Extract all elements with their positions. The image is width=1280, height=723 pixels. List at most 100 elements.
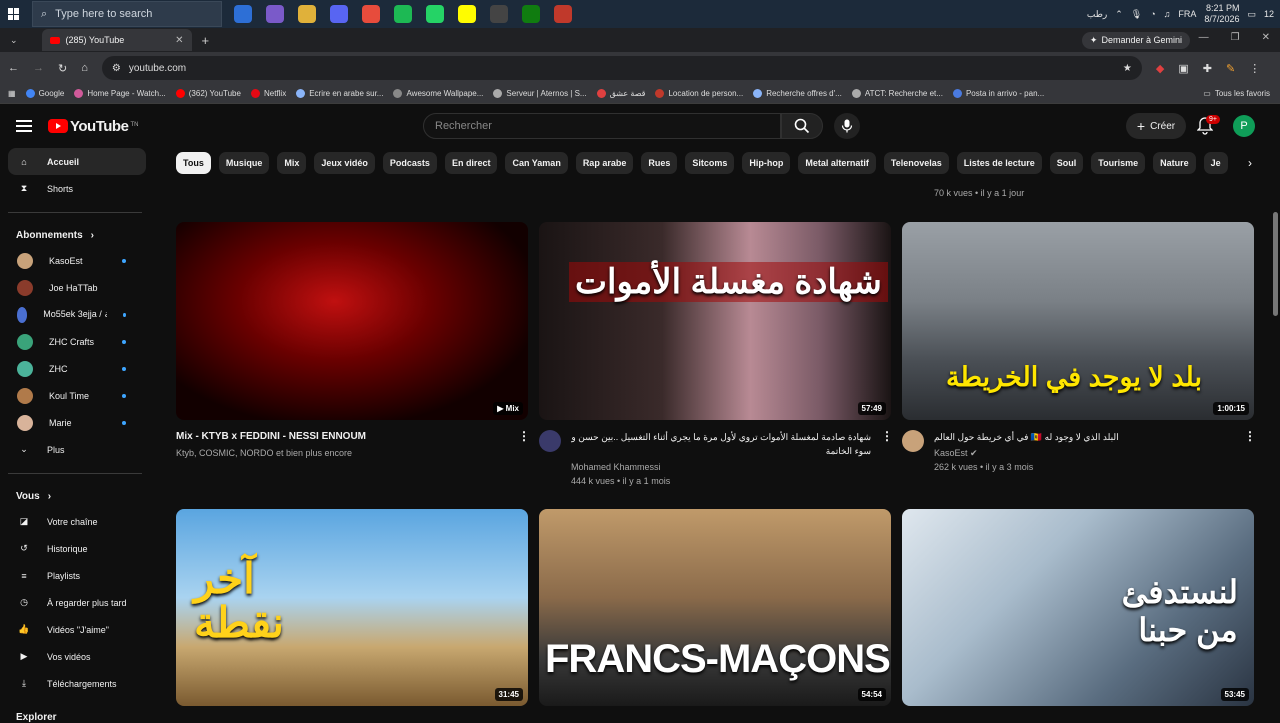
bookmark-star-icon[interactable]: ★	[1123, 63, 1132, 74]
video-card[interactable]: شهادة مغسلة الأموات 57:49 شهادة صادمة لم…	[539, 222, 893, 488]
chip[interactable]: Can Yaman	[505, 152, 568, 174]
task-view-icon[interactable]	[234, 5, 252, 23]
chip[interactable]: Rap arabe	[575, 152, 634, 174]
new-tab-button[interactable]: +	[202, 33, 210, 48]
video-card[interactable]: آخر نقطة 31:45	[176, 509, 528, 706]
subscription-item[interactable]: Marie	[0, 409, 146, 436]
bookmark-item[interactable]: Serveur | Aternos | S...	[493, 89, 587, 98]
chip[interactable]: Tous	[176, 152, 211, 174]
chip[interactable]: Listes de lecture	[956, 152, 1042, 174]
video-thumbnail[interactable]: شهادة مغسلة الأموات 57:49	[539, 222, 891, 420]
video-title[interactable]: البلد الذي لا وجود له 🇲🇩 في أي خريطة حول…	[934, 430, 1234, 444]
chip[interactable]: Mix	[277, 152, 307, 174]
chip[interactable]: Tourisme	[1091, 152, 1146, 174]
all-bookmarks[interactable]: ▭ Tous les favoris	[1203, 89, 1280, 98]
video-thumbnail[interactable]: لنستدفئ من حبنا 53:45	[902, 509, 1254, 706]
volume-icon[interactable]: ♫	[1164, 9, 1171, 19]
subscription-item[interactable]: ZHC	[0, 355, 146, 382]
chip[interactable]: En direct	[444, 152, 498, 174]
whatsapp-icon[interactable]	[426, 5, 444, 23]
subscription-item[interactable]: Joe HaTTab	[0, 274, 146, 301]
search-button[interactable]	[781, 113, 823, 139]
tab-search-icon[interactable]: ⌄	[10, 35, 18, 46]
video-title[interactable]: Mix - KTYB x FEDDINI - NESSI ENNOUM	[176, 430, 508, 444]
voice-search-button[interactable]	[834, 113, 860, 139]
chip[interactable]: Metal alternatif	[798, 152, 876, 174]
search-input[interactable]: Rechercher	[423, 113, 781, 139]
close-window-icon[interactable]: ✕	[1262, 32, 1270, 43]
chevron-up-icon[interactable]: ⌃	[1115, 9, 1123, 20]
close-tab-icon[interactable]: ✕	[175, 35, 183, 46]
sidebar-item-channel[interactable]: ◪ Votre chaîne	[0, 508, 146, 535]
video-thumbnail[interactable]: ▶ Mix	[176, 222, 528, 420]
bookmark-item[interactable]: Google	[25, 89, 64, 98]
chip[interactable]: Jeux vidéo	[314, 152, 375, 174]
youtube-logo[interactable]: YouTube TN	[48, 118, 138, 135]
clock[interactable]: 8:21 PM 8/7/2026	[1204, 3, 1239, 25]
video-channel[interactable]: KasoEst ✔	[934, 446, 1234, 460]
notification-center-icon[interactable]: ▭	[1247, 9, 1256, 20]
video-card[interactable]: FRANCS-MAÇONS 54:54	[539, 509, 891, 706]
app-icon[interactable]	[554, 5, 572, 23]
back-icon[interactable]: ←	[8, 62, 19, 74]
show-more-item[interactable]: ⌄ Plus	[0, 436, 146, 463]
sidebar-item-liked[interactable]: 👍 Vidéos "J'aime"	[0, 616, 146, 643]
file-explorer-icon[interactable]	[298, 5, 316, 23]
more-actions-icon[interactable]: ⋮	[881, 430, 893, 488]
bookmark-item[interactable]: Posta in arrivo - pan...	[952, 89, 1044, 98]
app-icon[interactable]	[490, 5, 508, 23]
page-scrollbar[interactable]	[1273, 212, 1278, 316]
app-icon[interactable]	[266, 5, 284, 23]
bookmark-item[interactable]: Ecrire en arabe sur...	[296, 89, 383, 98]
subscriptions-header[interactable]: Abonnements ›	[0, 223, 154, 247]
channel-avatar[interactable]	[539, 430, 561, 452]
chip[interactable]: Je	[1203, 152, 1228, 174]
channel-avatar[interactable]	[902, 430, 924, 452]
bookmark-item[interactable]: ATCT: Recherche et...	[851, 89, 943, 98]
forward-icon[interactable]: →	[33, 62, 44, 74]
minimize-icon[interactable]: —	[1199, 32, 1209, 43]
sidebar-item-shorts[interactable]: ⧗ Shorts	[0, 175, 146, 202]
bookmark-item[interactable]: (362) YouTube	[175, 89, 241, 98]
maximize-icon[interactable]: ❐	[1231, 32, 1240, 43]
video-thumbnail[interactable]: FRANCS-MAÇONS 54:54	[539, 509, 891, 706]
bookmark-item[interactable]: Netflix	[250, 89, 286, 98]
video-card[interactable]: ▶ Mix Mix - KTYB x FEDDINI - NESSI ENNOU…	[176, 222, 530, 460]
video-title[interactable]: شهادة صادمة لمغسلة الأموات تروي لأول مرة…	[571, 430, 871, 458]
video-thumbnail[interactable]: بلد لا يوجد في الخريطة 1:00:15	[902, 222, 1254, 420]
weather-text[interactable]: رطب	[1087, 9, 1107, 20]
browser-tab-youtube[interactable]: (285) YouTube ✕	[41, 29, 192, 51]
chip[interactable]: Nature	[1153, 152, 1196, 174]
subscription-item[interactable]: ZHC Crafts	[0, 328, 146, 355]
menu-kebab-icon[interactable]: ⋮	[1249, 62, 1260, 75]
language-indicator[interactable]: FRA	[1178, 9, 1196, 19]
account-avatar[interactable]: P	[1233, 115, 1255, 137]
gemini-button[interactable]: ✦ Demander à Gemini	[1081, 31, 1190, 49]
more-actions-icon[interactable]: ⋮	[518, 430, 530, 460]
chip[interactable]: Sitcoms	[685, 152, 735, 174]
chip[interactable]: Hip-hop	[742, 152, 791, 174]
chevron-right-icon[interactable]: ›	[1236, 152, 1264, 174]
extension-icon[interactable]: ◆	[1156, 62, 1164, 75]
chip[interactable]: Rues	[641, 152, 678, 174]
video-card[interactable]: بلد لا يوجد في الخريطة 1:00:15 البلد الذ…	[902, 222, 1256, 474]
address-bar[interactable]: ⚙ youtube.com ★	[101, 56, 1142, 80]
sidebar-item-watch-later[interactable]: ◷ À regarder plus tard	[0, 589, 146, 616]
discord-icon[interactable]	[330, 5, 348, 23]
snapchat-icon[interactable]	[458, 5, 476, 23]
bookmark-item[interactable]: Home Page - Watch...	[74, 89, 166, 98]
bookmark-item[interactable]: Awesome Wallpape...	[393, 89, 483, 98]
bookmark-item[interactable]: Recherche offres d'...	[753, 89, 842, 98]
profile-icon[interactable]: ✎	[1226, 62, 1235, 75]
bookmark-item[interactable]: Location de person...	[655, 89, 743, 98]
subscription-item[interactable]: KasoEst	[0, 247, 146, 274]
spotify-icon[interactable]	[394, 5, 412, 23]
video-channel[interactable]: Mohamed Khammessi	[571, 460, 871, 474]
chip[interactable]: Podcasts	[382, 152, 437, 174]
more-actions-icon[interactable]: ⋮	[1244, 430, 1256, 474]
video-card[interactable]: لنستدفئ من حبنا 53:45	[902, 509, 1254, 706]
sidebar-item-your-videos[interactable]: ▶ Vos vidéos	[0, 643, 146, 670]
video-channel[interactable]: Ktyb, COSMIC, NORDO et bien plus encore	[176, 446, 508, 460]
extensions-puzzle-icon[interactable]: ✚	[1203, 62, 1212, 75]
subscription-item[interactable]: Koul Time	[0, 382, 146, 409]
